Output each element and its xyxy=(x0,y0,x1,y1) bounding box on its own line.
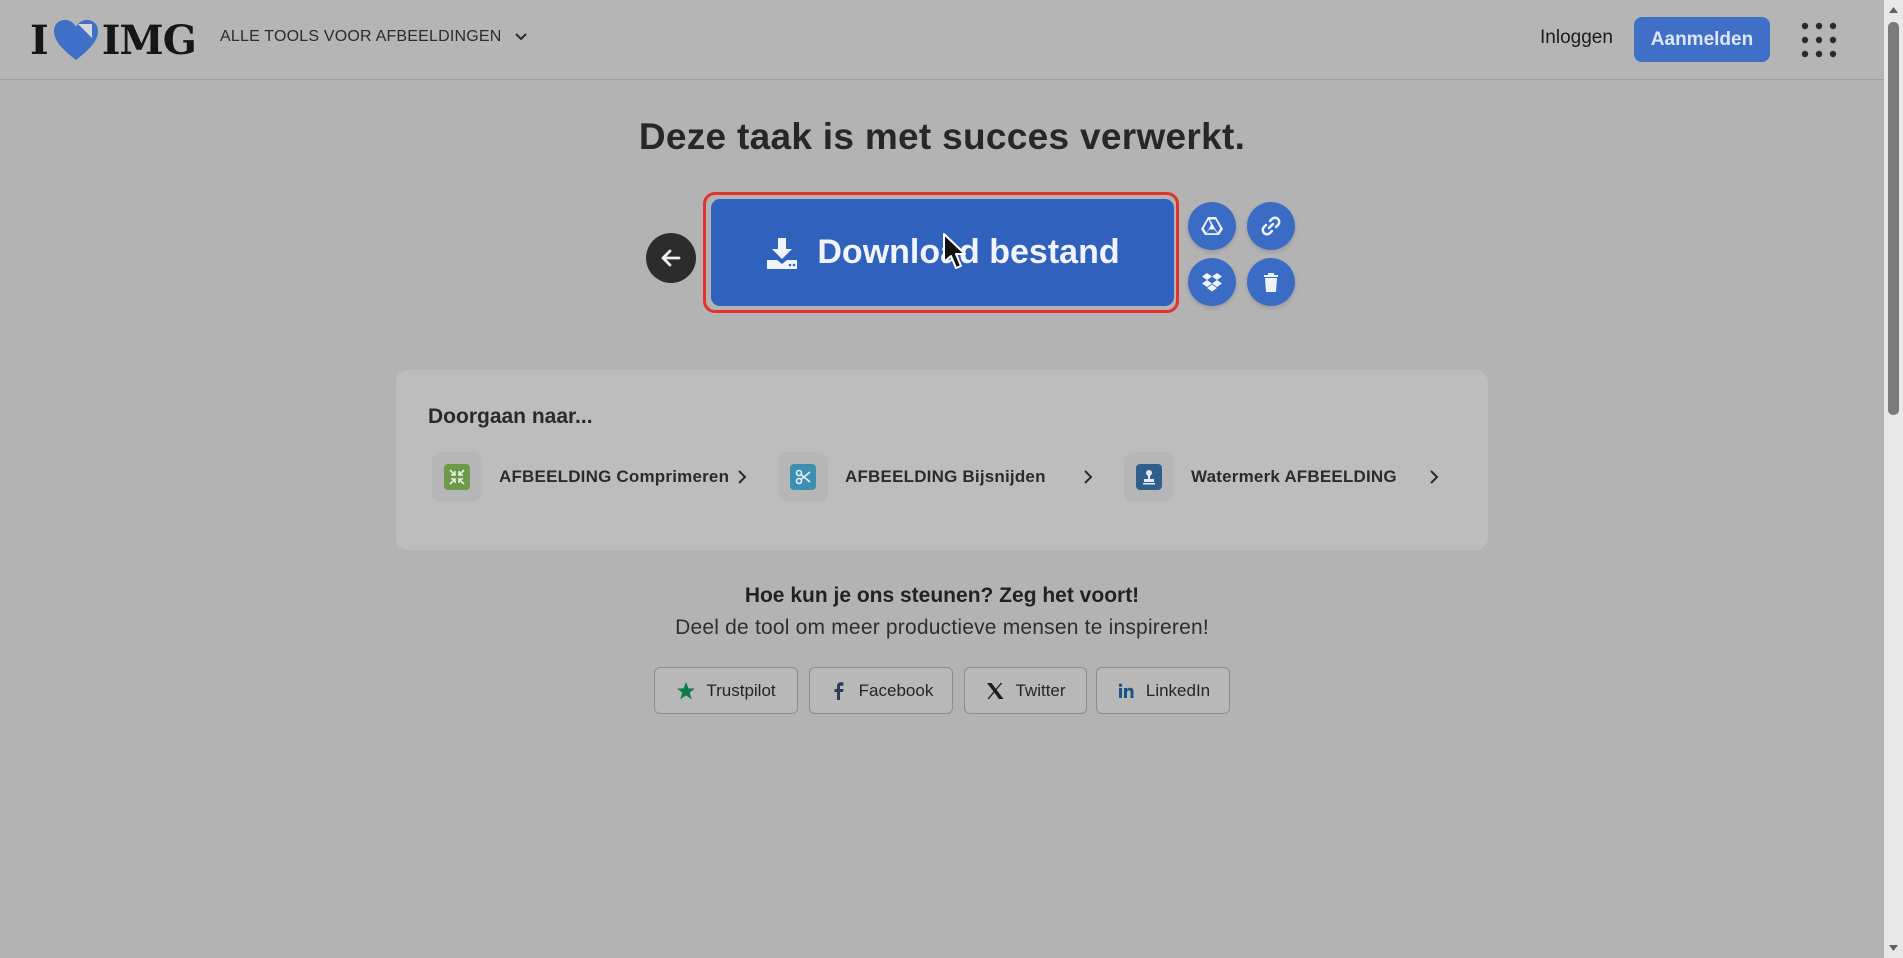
google-drive-icon xyxy=(1201,217,1223,235)
share-button-label: Facebook xyxy=(858,680,934,700)
dropbox-icon xyxy=(1202,273,1222,292)
x-icon xyxy=(987,682,1004,699)
trustpilot-star-icon xyxy=(677,681,696,699)
dropbox-button[interactable] xyxy=(1188,258,1236,306)
facebook-share-button[interactable]: Facebook xyxy=(809,667,953,714)
link-icon xyxy=(1261,216,1281,236)
download-icon xyxy=(767,237,798,269)
continue-item-label: AFBEELDING Bijsnijden xyxy=(845,467,1046,486)
google-drive-button[interactable] xyxy=(1188,202,1236,250)
continue-title: Doorgaan naar... xyxy=(428,405,593,428)
scroll-down-arrow-icon[interactable] xyxy=(1888,943,1899,953)
stamp-icon xyxy=(1136,464,1162,490)
compress-icon xyxy=(444,464,470,490)
share-button-label: Trustpilot xyxy=(706,680,776,700)
crop-icon xyxy=(790,464,816,490)
linkedin-icon xyxy=(1118,683,1134,698)
support-subtitle: Deel de tool om meer productieve mensen … xyxy=(675,616,1209,639)
support-title: Hoe kun je ons steunen? Zeg het voort! xyxy=(744,584,1140,607)
download-file-label: Download bestand xyxy=(817,233,1120,271)
arrow-left-icon xyxy=(661,249,681,267)
chevron-right-icon xyxy=(1084,470,1093,484)
heart-logo-icon xyxy=(53,20,98,60)
share-button-label: Twitter xyxy=(1015,680,1066,700)
top-navbar: I IMG ALLE TOOLS VOOR AFBEELDINGEN Inlog… xyxy=(0,0,1884,80)
share-link-button[interactable] xyxy=(1247,202,1295,250)
continue-item-crop[interactable]: AFBEELDING Bijsnijden xyxy=(778,452,1046,502)
chevron-right-icon xyxy=(738,470,747,484)
signup-button[interactable]: Aanmelden xyxy=(1634,17,1770,62)
trash-icon xyxy=(1264,273,1278,292)
chevron-down-icon xyxy=(514,33,527,41)
vertical-scrollbar[interactable] xyxy=(1884,0,1903,958)
share-button-label: LinkedIn xyxy=(1145,680,1211,700)
trustpilot-share-button[interactable]: Trustpilot xyxy=(654,667,798,714)
crop-icon-tile xyxy=(778,452,828,502)
continue-item-watermark[interactable]: Watermerk AFBEELDING xyxy=(1124,452,1397,502)
page-title: Deze taak is met succes verwerkt. xyxy=(638,116,1246,157)
mouse-pointer-icon xyxy=(943,233,966,269)
continue-item-label: AFBEELDING Comprimeren xyxy=(499,467,730,486)
twitter-share-button[interactable]: Twitter xyxy=(964,667,1087,714)
login-link[interactable]: Inloggen xyxy=(1540,27,1613,49)
chevron-right-icon xyxy=(1430,470,1439,484)
linkedin-share-button[interactable]: LinkedIn xyxy=(1096,667,1230,714)
scroll-thumb[interactable] xyxy=(1888,22,1899,415)
logo-text-left: I xyxy=(30,16,49,64)
apps-grid-icon[interactable] xyxy=(1800,21,1838,59)
back-button[interactable] xyxy=(646,233,696,283)
all-tools-menu[interactable]: ALLE TOOLS VOOR AFBEELDINGEN xyxy=(220,28,530,46)
continue-to-card: Doorgaan naar... AFBEELDING Comprimeren … xyxy=(396,370,1488,550)
facebook-icon xyxy=(834,681,844,700)
scroll-up-arrow-icon[interactable] xyxy=(1888,5,1899,15)
all-tools-label: ALLE TOOLS VOOR AFBEELDINGEN xyxy=(220,28,502,45)
logo-text-right: IMG xyxy=(101,16,197,64)
logo[interactable]: I IMG xyxy=(30,16,197,64)
continue-item-label: Watermerk AFBEELDING xyxy=(1191,467,1397,486)
stamp-icon-tile xyxy=(1124,452,1174,502)
delete-button[interactable] xyxy=(1247,258,1295,306)
compress-icon-tile xyxy=(432,452,482,502)
continue-item-compress[interactable]: AFBEELDING Comprimeren xyxy=(432,452,729,502)
